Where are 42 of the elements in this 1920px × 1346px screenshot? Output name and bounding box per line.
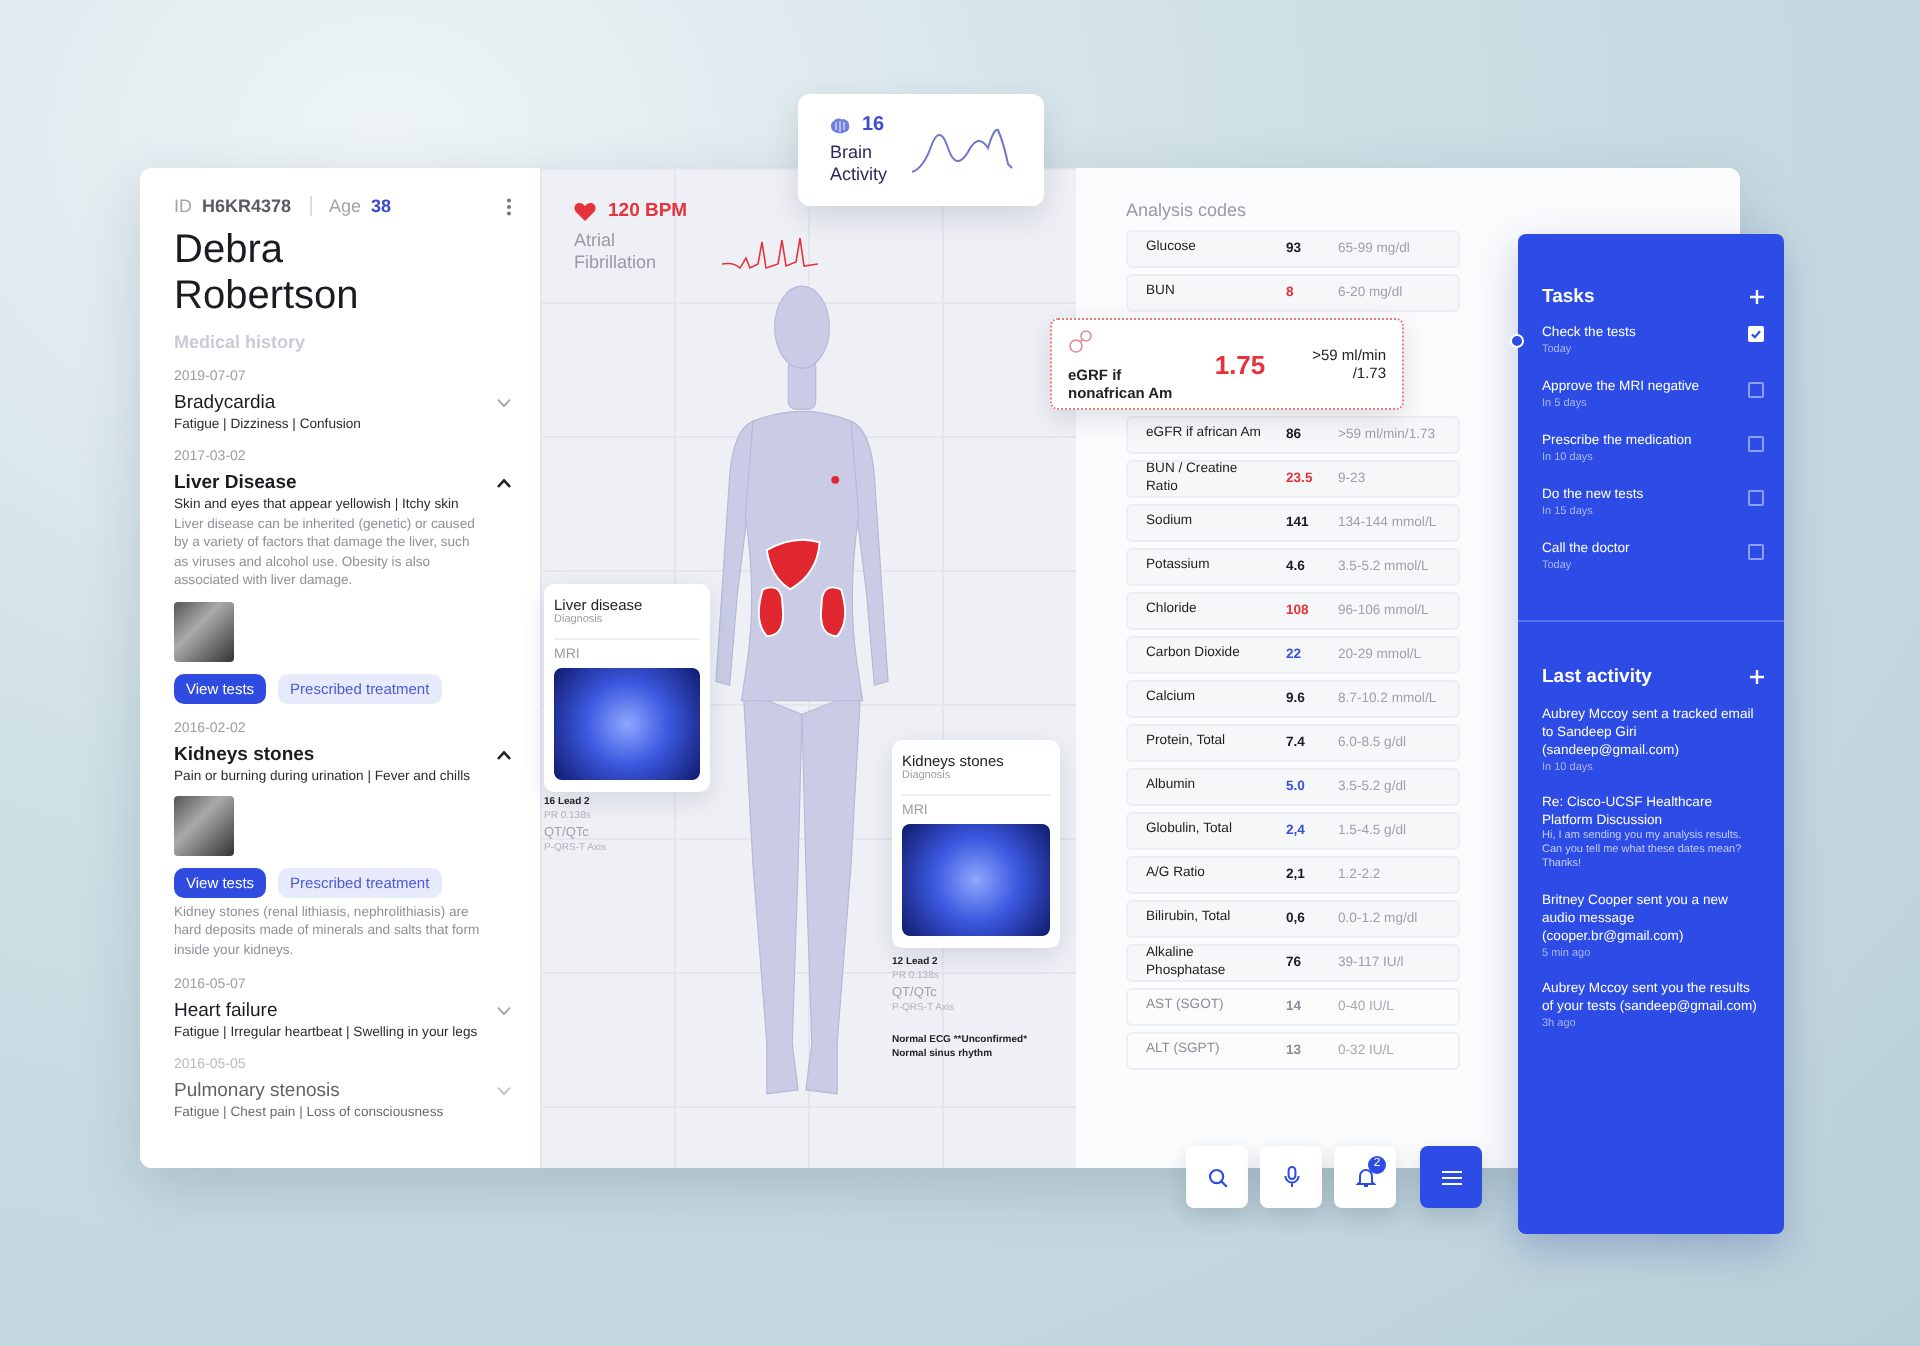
test-value: 1.75 — [1212, 349, 1268, 379]
id-label: ID — [174, 196, 192, 216]
brain-icon — [830, 117, 850, 133]
search-icon — [1207, 1167, 1227, 1187]
microphone-icon — [1283, 1166, 1299, 1188]
menu-button[interactable] — [1420, 1146, 1482, 1208]
brain-value: 16 — [862, 114, 885, 136]
menu-icon — [1441, 1169, 1461, 1185]
heart-icon — [574, 201, 596, 221]
rhythm-label: Atrial Fibrillation — [574, 230, 659, 274]
ecg-line-drawing — [722, 234, 818, 274]
microphone-button[interactable] — [1260, 1146, 1322, 1208]
molecule-icon — [1068, 327, 1096, 355]
scan-placeholder — [174, 796, 234, 857]
checkbox[interactable] — [1748, 326, 1764, 342]
plus-icon[interactable] — [1750, 290, 1764, 304]
checkbox[interactable] — [1748, 544, 1764, 560]
scan-placeholder — [174, 602, 234, 663]
checkbox[interactable] — [1748, 490, 1764, 506]
condition-title: Pulmonary stenosis — [174, 1080, 340, 1103]
age-label: Age — [329, 196, 362, 216]
condition-title: Bradycardia — [174, 392, 276, 414]
patient-name: Debra Robertson — [174, 228, 361, 320]
bell-icon — [1355, 1166, 1375, 1188]
checkbox[interactable] — [1748, 436, 1764, 452]
patient-age: 38 — [371, 196, 392, 216]
condition-title: Kidneys stones — [174, 744, 315, 767]
brain-label: Brain Activity — [830, 142, 890, 186]
chevron-up-icon[interactable] — [496, 750, 512, 761]
plus-icon[interactable] — [1750, 670, 1764, 684]
search-button[interactable] — [1186, 1146, 1248, 1208]
checkbox[interactable] — [1748, 382, 1764, 398]
activity-wave-drawing — [912, 124, 1016, 176]
patient-id: H6KR4378 — [202, 196, 292, 216]
heart-rate: 120 BPM — [608, 200, 688, 222]
condition-title: Heart failure — [174, 1000, 278, 1023]
more-icon[interactable] — [506, 197, 512, 215]
section-title: Last activity — [1542, 666, 1652, 688]
section-title: Tasks — [1542, 286, 1595, 308]
condition-title: Liver Disease — [174, 472, 297, 494]
chevron-up-icon[interactable] — [496, 478, 512, 488]
section-title: Analysis codes — [1126, 200, 1249, 220]
